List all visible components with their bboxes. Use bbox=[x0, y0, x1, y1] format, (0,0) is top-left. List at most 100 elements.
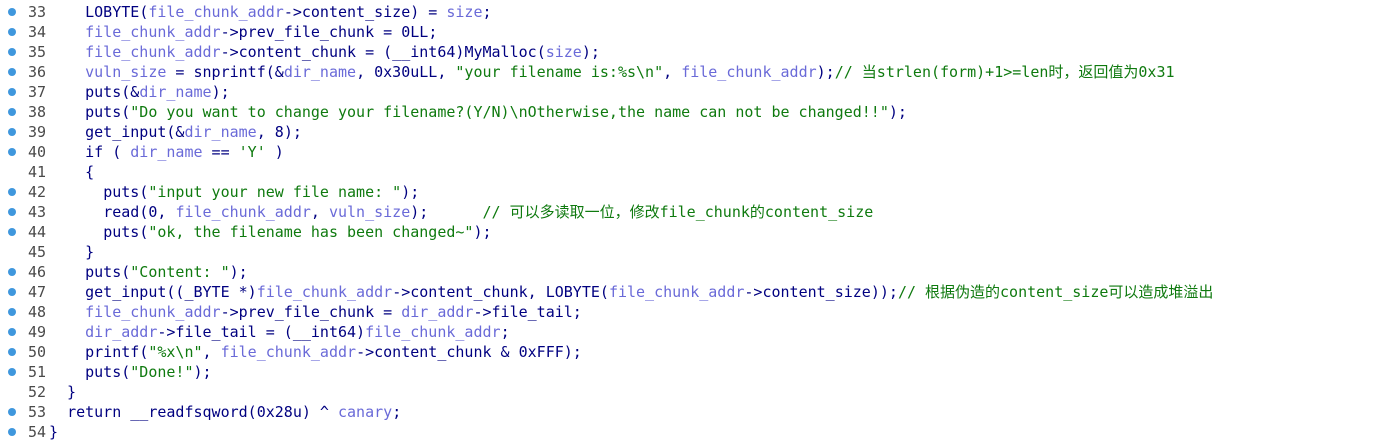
breakpoint-dot-icon[interactable] bbox=[8, 348, 16, 356]
code-line[interactable]: 41 { bbox=[0, 162, 1397, 182]
code-token: 0x30uLL bbox=[374, 63, 438, 81]
line-number: 45 bbox=[27, 243, 46, 261]
code-line[interactable]: 51 puts("Done!"); bbox=[0, 362, 1397, 382]
line-number: 41 bbox=[27, 163, 46, 181]
code-token: ( bbox=[139, 223, 149, 241]
breakpoint-dot-icon[interactable] bbox=[8, 48, 16, 56]
pseudocode-view[interactable]: 33 LOBYTE(file_chunk_addr->content_size)… bbox=[0, 2, 1397, 442]
code-line[interactable]: 43 read(0, file_chunk_addr, vuln_size); … bbox=[0, 202, 1397, 222]
code-token: ( bbox=[536, 43, 546, 61]
code-token: ); bbox=[581, 43, 600, 61]
code-token: 'Y' bbox=[238, 143, 266, 161]
code-token: read bbox=[103, 203, 140, 221]
code-token: puts bbox=[85, 363, 122, 381]
code-line[interactable]: 52 } bbox=[0, 382, 1397, 402]
breakpoint-dot-icon[interactable] bbox=[8, 28, 16, 36]
code-token: { bbox=[49, 163, 95, 181]
breakpoint-dot-icon[interactable] bbox=[8, 8, 16, 16]
breakpoint-dot-icon[interactable] bbox=[8, 368, 16, 376]
code-line[interactable]: 42 puts("input your new file name: "); bbox=[0, 182, 1397, 202]
code-text: puts("Done!"); bbox=[49, 362, 211, 382]
line-number: 49 bbox=[27, 323, 46, 341]
code-token: "Done!" bbox=[130, 363, 194, 381]
code-token: = bbox=[166, 63, 194, 81]
breakpoint-dot-icon[interactable] bbox=[8, 268, 16, 276]
code-token: "Content: " bbox=[130, 263, 230, 281]
breakpoint-dot-icon[interactable] bbox=[8, 288, 16, 296]
breakpoint-dot-icon[interactable] bbox=[8, 88, 16, 96]
breakpoint-dot-icon[interactable] bbox=[8, 108, 16, 116]
breakpoint-dot-icon[interactable] bbox=[8, 208, 16, 216]
code-line[interactable]: 40 if ( dir_name == 'Y' ) bbox=[0, 142, 1397, 162]
code-line[interactable]: 50 printf("%x\n", file_chunk_addr->conte… bbox=[0, 342, 1397, 362]
breakpoint-dot-icon[interactable] bbox=[8, 148, 16, 156]
code-token: 0x28u bbox=[256, 403, 302, 421]
code-line[interactable]: 45 } bbox=[0, 242, 1397, 262]
code-token: ( bbox=[121, 263, 131, 281]
breakpoint-dot-icon[interactable] bbox=[8, 188, 16, 196]
code-text: puts("Do you want to change your filenam… bbox=[49, 102, 907, 122]
code-line[interactable]: 47 get_input((_BYTE *)file_chunk_addr->c… bbox=[0, 282, 1397, 302]
code-line[interactable]: 44 puts("ok, the filename has been chang… bbox=[0, 222, 1397, 242]
line-number: 35 bbox=[27, 43, 46, 61]
code-token: file_chunk_addr bbox=[220, 343, 357, 361]
code-token: ( bbox=[121, 103, 131, 121]
breakpoint-dot-icon[interactable] bbox=[8, 128, 16, 136]
code-text: return __readfsqword(0x28u) ^ canary; bbox=[49, 402, 401, 422]
code-line[interactable]: 38 puts("Do you want to change your file… bbox=[0, 102, 1397, 122]
line-number: 54 bbox=[27, 423, 46, 441]
code-line[interactable]: 49 dir_addr->file_tail = (__int64)file_c… bbox=[0, 322, 1397, 342]
code-token: file_chunk_addr bbox=[85, 43, 221, 61]
code-line[interactable]: 37 puts(&dir_name); bbox=[0, 82, 1397, 102]
breakpoint-dot-icon[interactable] bbox=[8, 328, 16, 336]
code-token: ( bbox=[599, 283, 609, 301]
code-token: ); bbox=[563, 343, 582, 361]
code-text: read(0, file_chunk_addr, vuln_size); // … bbox=[49, 202, 873, 222]
code-line[interactable]: 35 file_chunk_addr->content_chunk = (__i… bbox=[0, 42, 1397, 62]
code-line[interactable]: 48 file_chunk_addr->prev_file_chunk = di… bbox=[0, 302, 1397, 322]
code-token: file_chunk_addr bbox=[365, 323, 501, 341]
code-token: puts bbox=[85, 83, 122, 101]
code-line[interactable]: 53 return __readfsqword(0x28u) ^ canary; bbox=[0, 402, 1397, 422]
code-token: ( bbox=[139, 203, 149, 221]
code-text: get_input(&dir_name, 8); bbox=[49, 122, 302, 142]
code-line[interactable]: 36 vuln_size = snprintf(&dir_name, 0x30u… bbox=[0, 62, 1397, 82]
code-token: size bbox=[446, 3, 483, 21]
code-token: size bbox=[545, 43, 582, 61]
code-text: puts("ok, the filename has been changed~… bbox=[49, 222, 491, 242]
code-token: file_chunk_addr bbox=[85, 23, 221, 41]
breakpoint-dot-icon[interactable] bbox=[8, 308, 16, 316]
code-comment: // 根据伪造的content_size可以造成堆溢出 bbox=[897, 283, 1214, 301]
code-token: 0LL bbox=[401, 23, 429, 41]
code-token: "Do you want to change your filename?(Y/… bbox=[130, 103, 889, 121]
code-token: } bbox=[49, 243, 95, 261]
code-token: ); bbox=[410, 203, 483, 221]
code-token: canary bbox=[338, 403, 393, 421]
code-token: ); bbox=[816, 63, 835, 81]
code-token: file_chunk_addr bbox=[681, 63, 817, 81]
code-line[interactable]: 39 get_input(&dir_name, 8); bbox=[0, 122, 1397, 142]
code-line[interactable]: 46 puts("Content: "); bbox=[0, 262, 1397, 282]
code-token: puts bbox=[85, 103, 122, 121]
breakpoint-dot-icon[interactable] bbox=[8, 408, 16, 416]
code-token: puts bbox=[103, 223, 140, 241]
code-text: file_chunk_addr->prev_file_chunk = 0LL; bbox=[49, 22, 437, 42]
breakpoint-dot-icon[interactable] bbox=[8, 428, 16, 436]
line-number: 39 bbox=[27, 123, 46, 141]
breakpoint-dot-icon[interactable] bbox=[8, 228, 16, 236]
code-line[interactable]: 33 LOBYTE(file_chunk_addr->content_size)… bbox=[0, 2, 1397, 22]
code-line[interactable]: 54} bbox=[0, 422, 1397, 442]
breakpoint-dot-icon[interactable] bbox=[8, 68, 16, 76]
code-token: , bbox=[356, 63, 375, 81]
code-token: dir_addr bbox=[401, 303, 474, 321]
code-line[interactable]: 34 file_chunk_addr->prev_file_chunk = 0L… bbox=[0, 22, 1397, 42]
code-token: 0xFFF bbox=[518, 343, 564, 361]
code-token: file_chunk_addr bbox=[175, 203, 311, 221]
